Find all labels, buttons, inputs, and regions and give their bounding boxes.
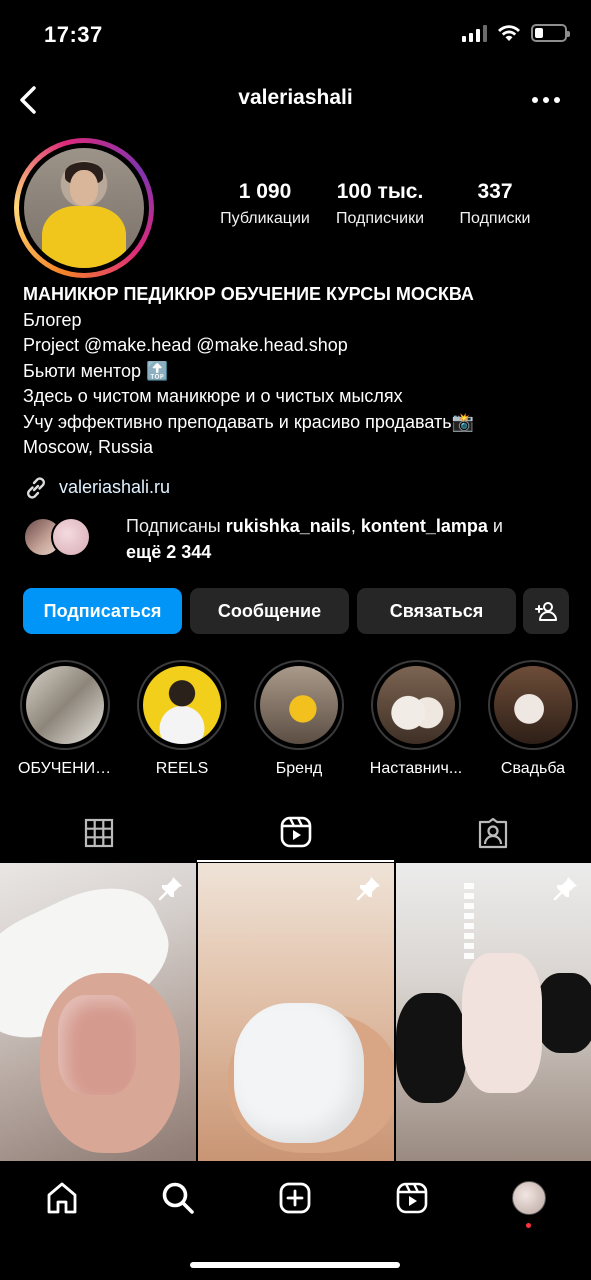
highlight-label: ОБУЧЕНИЕ... — [18, 760, 112, 777]
tab-tagged[interactable] — [394, 804, 591, 862]
nav-reels[interactable] — [392, 1178, 432, 1218]
stat-label: Публикации — [220, 210, 310, 227]
highlight-item[interactable]: ОБУЧЕНИЕ... — [18, 660, 112, 778]
reel-thumbnail[interactable] — [0, 863, 196, 1161]
link-icon — [27, 476, 45, 499]
profile-actions: Подписаться Сообщение Связаться — [23, 588, 569, 634]
nav-create[interactable] — [275, 1178, 315, 1218]
highlight-cover — [377, 666, 455, 744]
create-icon — [279, 1182, 311, 1214]
suggest-people-button[interactable] — [523, 588, 569, 634]
stat-value: 100 тыс. — [336, 180, 424, 203]
highlight-label: Наставнич... — [369, 760, 463, 777]
stat-value: 337 — [477, 180, 513, 203]
highlight-label: Свадьба — [500, 760, 566, 777]
pinned-icon — [158, 877, 182, 901]
status-bar: 17:37 — [0, 0, 591, 70]
bio-line[interactable]: Project @make.head @make.head.shop — [23, 333, 573, 359]
reels-icon — [396, 1182, 428, 1214]
nav-search[interactable] — [158, 1178, 198, 1218]
nav-home[interactable] — [42, 1178, 82, 1218]
profile-username: valeriashali — [238, 86, 353, 109]
message-button[interactable]: Сообщение — [190, 588, 349, 634]
status-time: 17:37 — [44, 22, 103, 47]
profile-display-name: МАНИКЮР ПЕДИКЮР ОБУЧЕНИЕ КУРСЫ МОСКВА — [23, 284, 474, 304]
pinned-icon — [553, 877, 577, 901]
profile-content-tabs — [0, 804, 591, 862]
add-person-icon — [535, 602, 557, 621]
profile-website-link[interactable]: valeriashali.ru — [23, 475, 573, 501]
tab-reels[interactable] — [197, 804, 394, 862]
highlight-item[interactable]: Бренд — [252, 660, 346, 778]
tagged-icon — [478, 817, 507, 849]
highlight-cover — [143, 666, 221, 744]
stat-label: Подписки — [459, 210, 531, 227]
follow-button[interactable]: Подписаться — [23, 588, 182, 634]
reel-thumbnail[interactable] — [198, 863, 394, 1161]
story-highlights: ОБУЧЕНИЕ... REELS Бренд Наставнич... Сва… — [0, 660, 591, 780]
stat-label: Подписчики — [335, 210, 424, 227]
highlight-item[interactable]: REELS — [135, 660, 229, 778]
profile-avatar — [24, 148, 144, 268]
website-url: valeriashali.ru — [59, 476, 171, 497]
notification-dot — [526, 1223, 531, 1228]
highlight-item[interactable]: Наставнич... — [369, 660, 463, 778]
stat-following[interactable]: 337 Подписки — [440, 180, 550, 228]
highlight-label: Бренд — [275, 760, 323, 777]
followed-by-row[interactable]: Подписаны rukishka_nails, kontent_lampa … — [23, 513, 583, 569]
battery-icon — [531, 24, 570, 42]
stat-followers[interactable]: 100 тыс. Подписчики — [325, 180, 435, 228]
pinned-icon — [356, 877, 380, 901]
profile-header-bar: valeriashali — [0, 78, 591, 124]
bio-line: Moscow, Russia — [23, 437, 154, 457]
highlight-cover — [494, 666, 572, 744]
nav-profile[interactable] — [509, 1178, 549, 1228]
grid-icon — [84, 818, 113, 848]
bottom-navigation — [0, 1162, 591, 1280]
profile-bio: МАНИКЮР ПЕДИКЮР ОБУЧЕНИЕ КУРСЫ МОСКВА Бл… — [23, 282, 573, 501]
stat-value: 1 090 — [238, 180, 292, 203]
stat-posts[interactable]: 1 090 Публикации — [210, 180, 320, 228]
reels-icon — [280, 816, 311, 848]
profile-avatar-story-ring[interactable] — [14, 138, 154, 278]
wifi-icon — [498, 25, 520, 41]
status-icons — [462, 24, 570, 42]
bio-line: Учу эффективно преподавать и красиво про… — [23, 411, 475, 432]
contact-button[interactable]: Связаться — [357, 588, 516, 634]
bio-line: Бьюти ментор 🔝 — [23, 360, 169, 381]
cellular-signal-icon — [462, 24, 487, 42]
bio-line: Блогер — [23, 309, 82, 330]
followed-by-text: Подписаны rukishka_nails, kontent_lampa … — [126, 516, 503, 562]
home-icon — [47, 1182, 77, 1214]
highlight-label: REELS — [155, 760, 209, 777]
more-options-button[interactable] — [531, 88, 561, 112]
tab-posts-grid[interactable] — [0, 804, 197, 862]
reel-thumbnail[interactable] — [396, 863, 591, 1161]
search-icon — [162, 1182, 194, 1214]
home-indicator — [190, 1262, 400, 1268]
follower-avatar — [51, 517, 91, 557]
bio-line: Здесь о чистом маникюре и о чистых мысля… — [23, 386, 403, 406]
highlight-item[interactable]: Свадьба — [486, 660, 580, 778]
reels-grid — [0, 863, 591, 1161]
highlight-cover — [26, 666, 104, 744]
profile-avatar — [512, 1181, 546, 1215]
highlight-cover — [260, 666, 338, 744]
profile-stats: 1 090 Публикации 100 тыс. Подписчики 337… — [210, 180, 550, 240]
